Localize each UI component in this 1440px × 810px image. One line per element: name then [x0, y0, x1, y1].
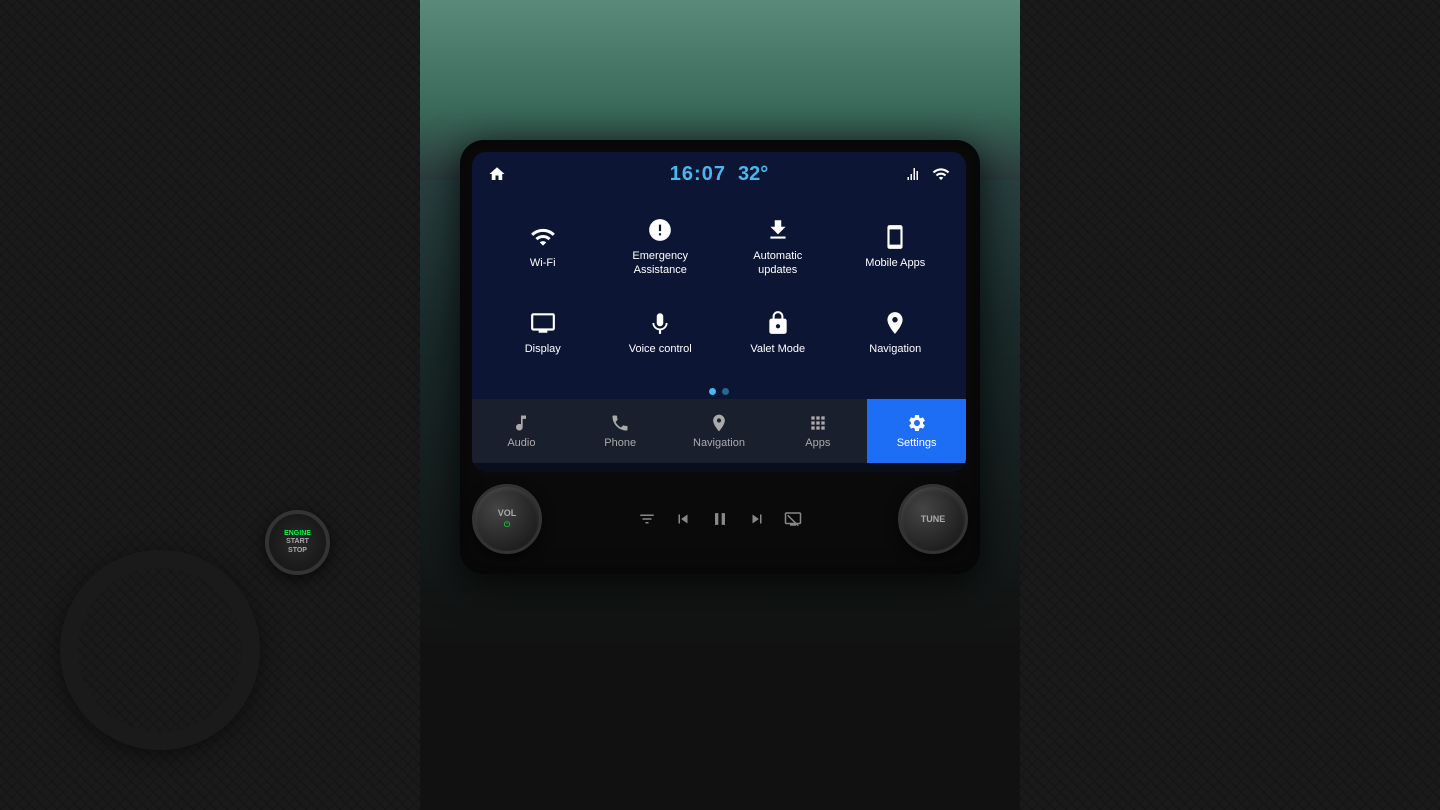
tab-navigation[interactable]: Navigation	[670, 399, 769, 463]
signal-icon	[906, 165, 924, 183]
display-label: Display	[525, 342, 561, 356]
menu-item-mobile-apps[interactable]: Mobile Apps	[837, 204, 955, 290]
physical-controls-row: VOL ⏻	[472, 472, 968, 562]
mobile-apps-icon	[882, 224, 908, 250]
time-display: 16:07	[670, 163, 726, 186]
phone-tab-icon	[610, 413, 630, 433]
audio-tab-label: Audio	[507, 437, 535, 449]
stop-label: STOP	[288, 546, 307, 555]
home-icon[interactable]	[488, 165, 506, 183]
vol-label: VOL	[498, 508, 517, 519]
skip-forward-button[interactable]	[748, 510, 766, 528]
nav-tab-icon	[709, 413, 729, 433]
dashboard-background: ENGINE START STOP 16:07 32°	[0, 0, 1440, 810]
steering-wheel	[60, 550, 260, 750]
download-icon	[765, 217, 791, 243]
menu-grid: Wi-Fi EmergencyAssistance	[472, 196, 966, 384]
voice-label: Voice control	[629, 342, 692, 356]
wifi-menu-icon	[530, 224, 556, 250]
infotainment-wrapper: 16:07 32°	[460, 140, 980, 574]
start-label: START	[286, 537, 309, 546]
emergency-label: EmergencyAssistance	[632, 249, 688, 278]
tab-apps[interactable]: Apps	[768, 399, 867, 463]
menu-item-display[interactable]: Display	[484, 290, 602, 376]
header-right-icons	[890, 165, 950, 183]
tune-knob[interactable]: TUNE	[898, 484, 968, 554]
navigation-menu-label: Navigation	[869, 342, 921, 356]
navigation-tab-label: Navigation	[693, 437, 745, 449]
play-pause-button[interactable]	[710, 509, 730, 529]
engine-indicator: ENGINE	[284, 530, 311, 537]
display-icon	[530, 310, 556, 336]
apps-tab-label: Apps	[805, 437, 830, 449]
tab-audio[interactable]: Audio	[472, 399, 571, 463]
menu-item-valet[interactable]: Valet Mode	[719, 290, 837, 376]
temperature-display: 32°	[738, 163, 768, 186]
navigation-menu-icon	[882, 310, 908, 336]
audio-tab-icon	[511, 413, 531, 433]
infotainment-screen: 16:07 32°	[472, 152, 966, 472]
phone-tab-label: Phone	[604, 437, 636, 449]
header-center-info: 16:07 32°	[670, 163, 768, 186]
mobile-apps-label: Mobile Apps	[865, 256, 925, 270]
carbon-fiber-right	[1020, 0, 1440, 810]
voice-icon	[647, 310, 673, 336]
bottom-nav-bar: Audio Phone Navigation	[472, 399, 966, 463]
pagination-dots	[472, 384, 966, 399]
emergency-icon	[647, 217, 673, 243]
pagination-dot-1[interactable]	[709, 388, 716, 395]
wifi-label: Wi-Fi	[530, 256, 556, 270]
skip-back-button[interactable]	[674, 510, 692, 528]
settings-tab-icon	[907, 413, 927, 433]
vol-knob[interactable]: VOL ⏻	[472, 484, 542, 554]
infotainment-bezel: 16:07 32°	[460, 140, 980, 574]
screen-off-button[interactable]	[784, 510, 802, 528]
valet-label: Valet Mode	[750, 342, 805, 356]
apps-tab-icon	[808, 413, 828, 433]
tab-phone[interactable]: Phone	[571, 399, 670, 463]
menu-item-emergency[interactable]: EmergencyAssistance	[602, 204, 720, 290]
pagination-dot-2[interactable]	[722, 388, 729, 395]
engine-start-stop-button[interactable]: ENGINE START STOP	[265, 510, 330, 575]
tab-settings[interactable]: Settings	[867, 399, 966, 463]
menu-item-updates[interactable]: Automaticupdates	[719, 204, 837, 290]
media-controls	[542, 509, 898, 529]
eq-button[interactable]	[638, 510, 656, 528]
tune-label: TUNE	[921, 514, 946, 525]
tune-knob-container: TUNE	[898, 484, 968, 554]
updates-label: Automaticupdates	[753, 249, 802, 278]
wifi-icon	[932, 165, 950, 183]
settings-tab-label: Settings	[897, 437, 937, 449]
menu-item-wifi[interactable]: Wi-Fi	[484, 204, 602, 290]
steering-wheel-area: ENGINE START STOP	[40, 430, 360, 750]
menu-item-voice[interactable]: Voice control	[602, 290, 720, 376]
header-bar: 16:07 32°	[472, 152, 966, 196]
valet-icon	[765, 310, 791, 336]
header-left-controls	[488, 165, 548, 183]
vol-knob-container: VOL ⏻	[472, 484, 542, 554]
menu-item-navigation[interactable]: Navigation	[837, 290, 955, 376]
